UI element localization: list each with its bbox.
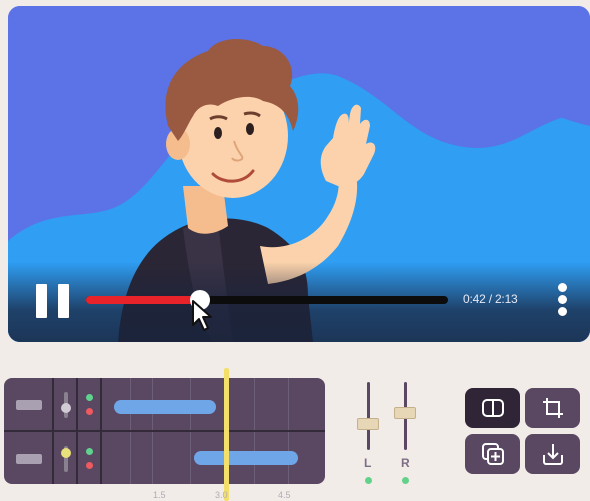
- right-channel-label: R: [401, 456, 410, 470]
- crop-icon: [542, 398, 563, 418]
- more-options-button[interactable]: [556, 283, 568, 319]
- track-mute-toggle[interactable]: [16, 454, 42, 464]
- right-channel-led: [402, 477, 409, 484]
- more-vertical-icon: [557, 283, 567, 292]
- track-volume-knob[interactable]: [61, 403, 71, 414]
- left-channel-fader[interactable]: [357, 382, 379, 450]
- seek-bar[interactable]: [86, 290, 448, 310]
- timeline-tick-label: 1.5: [153, 490, 166, 500]
- track-volume-knob[interactable]: [61, 448, 71, 459]
- track-status-red-dot: [86, 462, 93, 469]
- track-volume-slider[interactable]: [61, 446, 71, 472]
- timeline-track-1[interactable]: [4, 378, 325, 430]
- timeline-playhead[interactable]: [224, 368, 229, 501]
- pause-icon: [36, 284, 47, 318]
- timeline-tick-label: 3.0: [215, 490, 228, 500]
- time-display: 0:42 / 2:13: [463, 292, 518, 306]
- duplicate-add-icon: [481, 443, 504, 465]
- download-button[interactable]: [525, 434, 580, 474]
- right-channel-fader[interactable]: [394, 382, 416, 450]
- left-fader-knob[interactable]: [357, 418, 379, 431]
- track-header: [4, 378, 102, 430]
- crop-button[interactable]: [525, 388, 580, 428]
- track-status-green-dot: [86, 394, 93, 401]
- left-channel-label: L: [364, 456, 372, 470]
- track-header: [4, 432, 102, 484]
- split-icon: [481, 399, 504, 417]
- track-status-green-dot: [86, 448, 93, 455]
- download-icon: [542, 444, 563, 465]
- pause-button[interactable]: [36, 284, 70, 318]
- seek-bar-played: [86, 296, 201, 304]
- video-player[interactable]: 0:42 / 2:13: [8, 6, 590, 342]
- video-clip[interactable]: [114, 400, 216, 414]
- timeline-track-2[interactable]: [4, 432, 325, 484]
- right-fader-knob[interactable]: [394, 407, 416, 420]
- audio-clip[interactable]: [194, 451, 298, 465]
- mouse-pointer-icon: [192, 300, 212, 331]
- track-status-red-dot: [86, 408, 93, 415]
- timeline-editor[interactable]: [4, 378, 325, 484]
- track-volume-slider[interactable]: [61, 392, 71, 418]
- timeline-tick-label: 4.5: [278, 490, 291, 500]
- duplicate-button[interactable]: [465, 434, 520, 474]
- track-mute-toggle[interactable]: [16, 400, 42, 410]
- left-channel-led: [365, 477, 372, 484]
- split-button[interactable]: [465, 388, 520, 428]
